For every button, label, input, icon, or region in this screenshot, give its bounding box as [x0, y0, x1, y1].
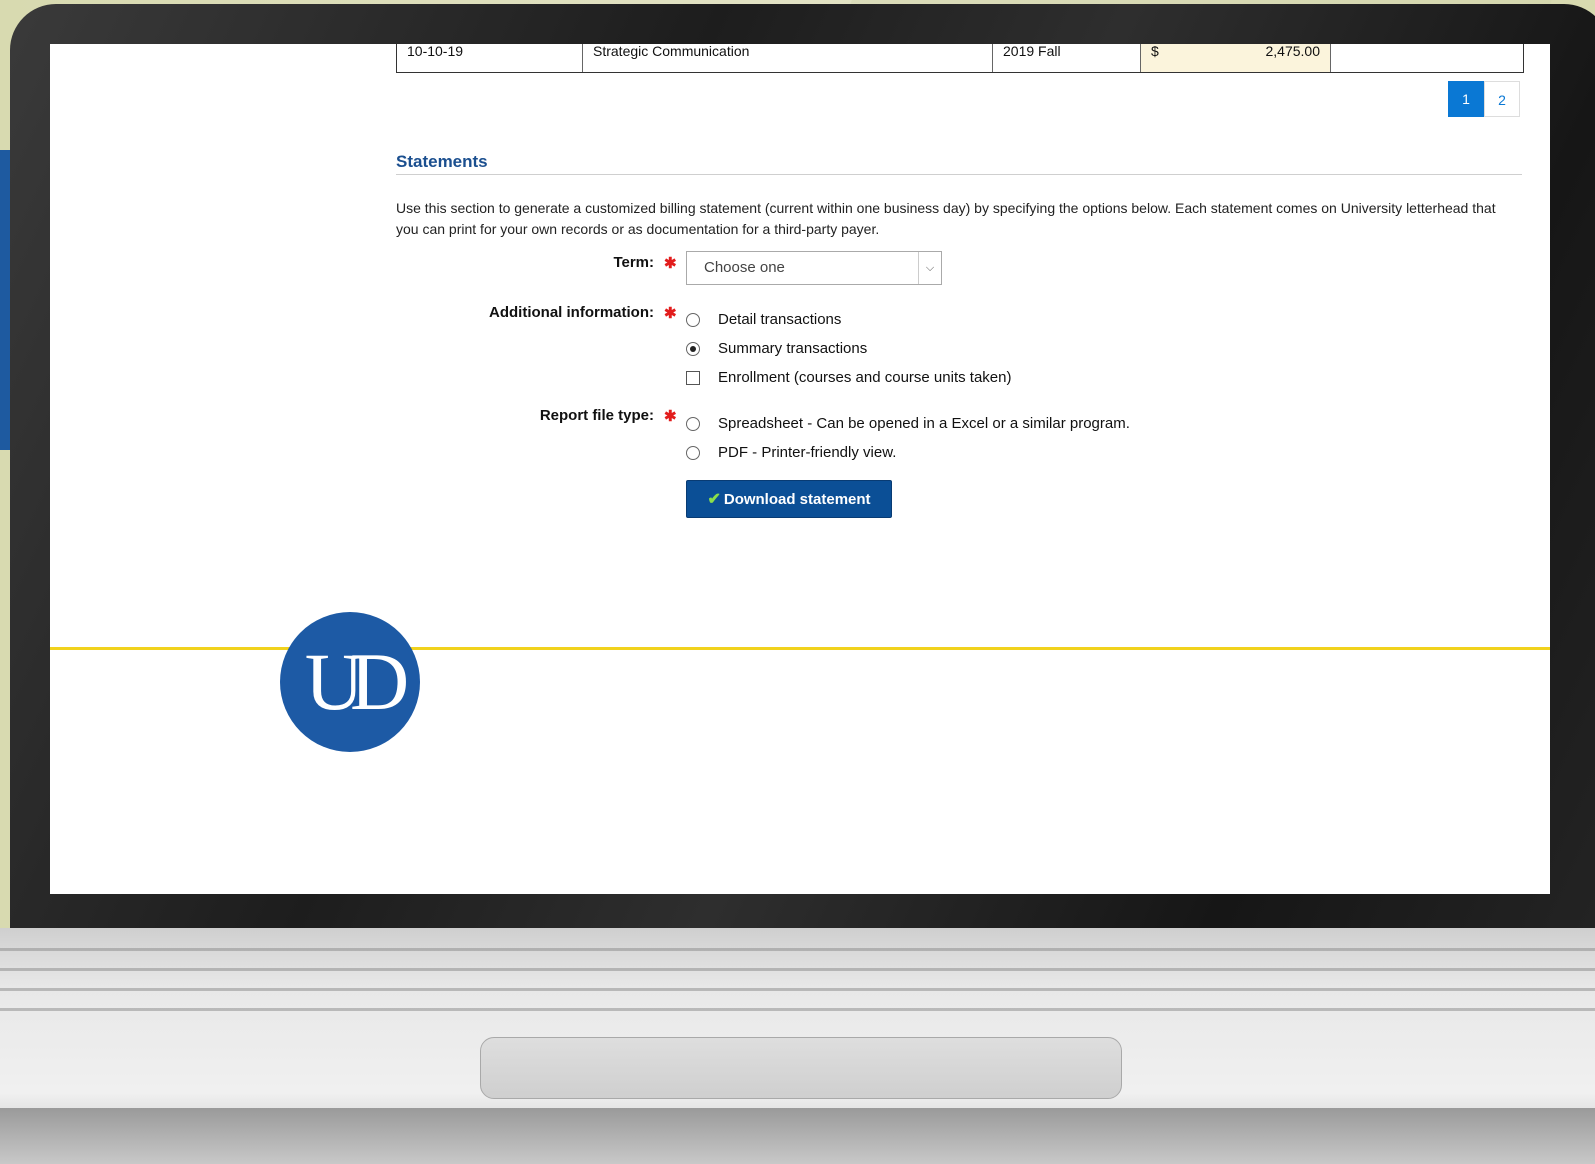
term-select[interactable]: Choose one ⌵: [686, 251, 942, 285]
file-type-required-icon: ✱: [664, 408, 677, 425]
term-select-value: Choose one: [704, 259, 785, 276]
cell-description: Strategic Communication: [583, 44, 993, 72]
cell-date: 10-10-19: [397, 44, 583, 72]
option-spreadsheet[interactable]: Spreadsheet - Can be opened in a Excel o…: [686, 415, 1130, 432]
radio-detail[interactable]: [686, 312, 700, 327]
radio-spreadsheet[interactable]: [686, 416, 700, 431]
chevron-down-icon: ⌵: [918, 252, 941, 284]
currency-symbol: $: [1151, 44, 1159, 59]
trackpad: [480, 1037, 1122, 1099]
cell-amount: $ 2,475.00: [1141, 44, 1331, 72]
key-row: [0, 1008, 1595, 1011]
amount-value: 2,475.00: [1265, 44, 1321, 59]
checkbox-enrollment[interactable]: [686, 370, 700, 385]
download-statement-button[interactable]: ✔ Download statement: [686, 480, 892, 518]
additional-required-icon: ✱: [664, 305, 677, 322]
file-type-label: Report file type:: [539, 407, 654, 424]
pagination: 1 2: [1448, 81, 1520, 117]
key-row: [0, 988, 1595, 991]
key-row: [0, 968, 1595, 971]
option-label: Detail transactions: [718, 311, 842, 328]
section-title: Statements: [396, 152, 488, 171]
option-label: Enrollment (courses and course units tak…: [718, 369, 1012, 386]
university-logo: UD: [280, 612, 420, 752]
download-label: Download statement: [723, 490, 871, 508]
page-1-button[interactable]: 1: [1448, 81, 1484, 117]
checkmark-icon: ✔: [707, 491, 721, 508]
option-summary-transactions[interactable]: Summary transactions: [686, 340, 867, 357]
radio-summary[interactable]: [686, 341, 700, 356]
footer-divider: [50, 647, 1550, 650]
option-enrollment[interactable]: Enrollment (courses and course units tak…: [686, 369, 1011, 386]
additional-info-label: Additional information:: [489, 304, 654, 321]
radio-pdf[interactable]: [686, 445, 700, 460]
option-pdf[interactable]: PDF - Printer-friendly view.: [686, 444, 896, 461]
option-label: Spreadsheet - Can be opened in a Excel o…: [718, 415, 1130, 432]
table-row: 10-10-19 Strategic Communication 2019 Fa…: [396, 44, 1524, 73]
option-label: Summary transactions: [718, 340, 868, 357]
cell-term: 2019 Fall: [993, 44, 1141, 72]
term-required-icon: ✱: [664, 255, 677, 272]
laptop-base: [0, 1108, 1595, 1164]
page-2-button[interactable]: 2: [1484, 81, 1520, 117]
laptop-screen: 10-10-19 Strategic Communication 2019 Fa…: [50, 44, 1550, 894]
key-row: [0, 948, 1595, 951]
option-label: PDF - Printer-friendly view.: [718, 444, 897, 461]
option-detail-transactions[interactable]: Detail transactions: [686, 311, 841, 328]
section-divider: [396, 174, 1522, 175]
cell-empty: [1331, 44, 1523, 72]
term-label: Term:: [613, 254, 654, 271]
section-intro: Use this section to generate a customize…: [396, 200, 1496, 237]
